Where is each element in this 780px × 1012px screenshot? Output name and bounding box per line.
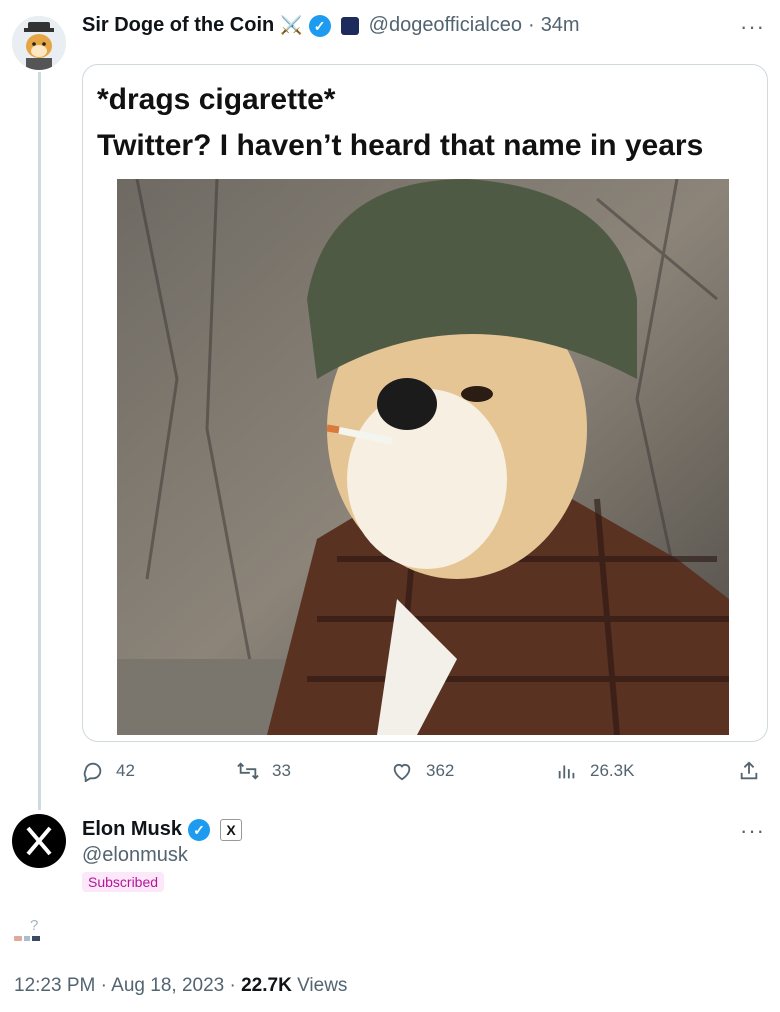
reply-header: Elon Musk ✓ X: [82, 818, 243, 841]
author-name[interactable]: Sir Doge of the Coin: [82, 14, 274, 37]
like-count: 362: [426, 761, 455, 780]
header-separator: ·: [528, 14, 535, 36]
question-mark-glyph: ?: [30, 917, 39, 934]
heart-icon: [393, 764, 411, 781]
reply-author-name[interactable]: Elon Musk: [82, 818, 182, 841]
thread-connector-line: [38, 72, 41, 810]
verified-badge-icon[interactable]: ✓: [308, 14, 331, 37]
meme-image-card[interactable]: *drags cigarette* Twitter? I haven’t hea…: [82, 64, 768, 742]
share-icon: [740, 761, 758, 780]
x-logo-icon: [26, 826, 52, 856]
time-ago[interactable]: 34m: [541, 14, 580, 37]
timestamp-line: 12:23 PM · Aug 18, 2023 · 22.7K Views: [14, 975, 347, 997]
retweet-icon: [237, 762, 259, 780]
crossed-swords-icon: ⚔️: [280, 15, 303, 35]
reply-more-options-icon[interactable]: ···: [740, 818, 765, 844]
subscribed-badge: Subscribed: [82, 872, 165, 892]
analytics-icon: [558, 765, 575, 779]
reply-count: 42: [116, 761, 135, 780]
more-options-icon[interactable]: ···: [740, 14, 765, 40]
view-count: 22.7K: [241, 975, 292, 996]
views-count: 26.3K: [590, 761, 635, 780]
reply-handle[interactable]: @elonmusk: [82, 844, 188, 867]
doge-avatar[interactable]: [12, 16, 66, 70]
like-action[interactable]: 362: [390, 760, 454, 782]
doge-photo: [117, 179, 729, 735]
meme-caption-line2: Twitter? I haven’t heard that name in ye…: [97, 129, 704, 162]
timestamp-separator-1: ·: [100, 975, 107, 996]
meme-caption-line1: *drags cigarette*: [97, 83, 336, 116]
reply-icon: [83, 762, 102, 782]
verified-badge-icon[interactable]: ✓: [188, 818, 211, 841]
x-affiliation-icon[interactable]: X: [220, 818, 243, 841]
tweet-header: Sir Doge of the Coin ⚔️ ✓ @dogeofficialc…: [82, 14, 580, 37]
share-action[interactable]: [738, 760, 760, 782]
retweet-count: 33: [272, 761, 291, 780]
views-label: Views: [297, 975, 348, 996]
reply-body-emoji: ?: [14, 917, 44, 946]
reply-action[interactable]: 42: [82, 760, 135, 782]
affiliation-badge-icon[interactable]: [340, 16, 359, 35]
elon-avatar[interactable]: [12, 814, 66, 868]
timestamp-separator-2: ·: [229, 975, 236, 996]
retweet-action[interactable]: 33: [236, 760, 291, 782]
views-action[interactable]: 26.3K: [556, 760, 634, 782]
post-date[interactable]: Aug 18, 2023: [111, 975, 224, 996]
post-time[interactable]: 12:23 PM: [14, 975, 95, 996]
author-handle[interactable]: @dogeofficialceo: [369, 14, 522, 37]
